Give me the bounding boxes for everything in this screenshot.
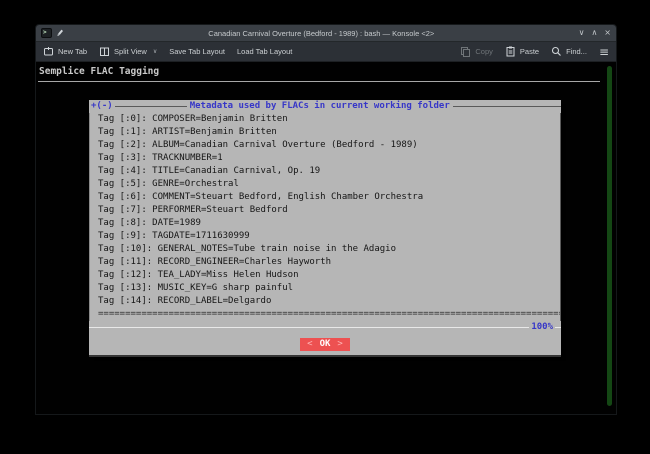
scroll-indicator: +(-) [91,100,113,113]
scrollbar-thumb[interactable] [607,66,612,406]
hamburger-menu-icon[interactable]: ≡ [599,46,609,58]
paste-icon [505,46,516,57]
ok-label: OK [320,338,331,351]
paste-button[interactable]: Paste [505,46,539,57]
dialog-top-border: +(-) Metadata used by FLACs in current w… [89,100,561,113]
split-view-label: Split View [114,47,147,56]
paste-label: Paste [520,47,539,56]
split-view-icon [99,46,110,57]
new-tab-button[interactable]: New Tab [43,46,87,57]
toolbar: New Tab Split View ∨ Save Tab Layout Loa… [36,42,616,62]
dialog-title: Metadata used by FLACs in current workin… [187,100,453,113]
tag-line: Tag [:2]: ALBUM=Canadian Carnival Overtu… [98,139,560,152]
ok-button[interactable]: < OK > [300,338,350,351]
scrollbar[interactable] [604,62,616,414]
title-bar-icons: > [41,24,64,42]
terminal-heading: Semplice FLAC Tagging [39,66,159,77]
metadata-dialog: +(-) Metadata used by FLACs in current w… [89,100,561,357]
window-title: Canadian Carnival Overture (Bedford - 19… [64,29,579,38]
ok-right-arrow: > [337,338,342,351]
tag-line: Tag [:14]: RECORD_LABEL=Delgardo [98,295,560,308]
load-tab-layout-label: Load Tab Layout [237,47,292,56]
copy-label: Copy [475,47,493,56]
search-icon [551,46,562,57]
save-tab-layout-label: Save Tab Layout [169,47,225,56]
tag-line: Tag [:1]: ARTIST=Benjamin Britten [98,126,560,139]
tag-line: Tag [:5]: GENRE=Orchestral [98,178,560,191]
tag-line: Tag [:7]: PERFORMER=Steuart Bedford [98,204,560,217]
tag-line: Tag [:6]: COMMENT=Steuart Bedford, Engli… [98,191,560,204]
tag-line: Tag [:8]: DATE=1989 [98,217,560,230]
split-view-button[interactable]: Split View ∨ [99,46,157,57]
scroll-percent: 100% [529,321,555,333]
tag-line: Tag [:10]: GENERAL_NOTES=Tube train nois… [98,243,560,256]
maximize-button[interactable]: ∧ [591,29,597,37]
copy-icon [460,46,471,57]
konsole-window: > Canadian Carnival Overture (Bedford - … [35,24,617,415]
tag-list: Tag [:0]: COMPOSER=Benjamin Britten Tag … [89,113,561,321]
new-tab-label: New Tab [58,47,87,56]
minimize-button[interactable]: ∨ [579,29,585,37]
copy-button[interactable]: Copy [460,46,493,57]
border-line [89,327,529,328]
heading-separator [38,81,600,82]
tag-line: Tag [:4]: TITLE=Canadian Carnival, Op. 1… [98,165,560,178]
chevron-down-icon: ∨ [153,48,157,55]
tag-line: Tag [:9]: TAGDATE=1711630999 [98,230,560,243]
dialog-bottom-border: 100% [89,321,561,333]
desktop-background: > Canadian Carnival Overture (Bedford - … [0,0,650,454]
find-label: Find... [566,47,587,56]
dialog-button-row: < OK > [89,333,561,355]
tag-line: Tag [:3]: TRACKNUMBER=1 [98,152,560,165]
close-button[interactable]: × [604,29,611,37]
new-tab-icon [43,46,54,57]
border-line [555,327,561,328]
equals-separator: ========================================… [98,308,560,321]
border-line [115,106,187,107]
tag-line: Tag [:0]: COMPOSER=Benjamin Britten [98,113,560,126]
ok-left-arrow: < [307,338,312,351]
terminal-area[interactable]: Semplice FLAC Tagging +(-) Metadata used… [36,62,616,414]
tag-line: Tag [:11]: RECORD_ENGINEER=Charles Haywo… [98,256,560,269]
border-line [453,106,561,107]
save-tab-layout-button[interactable]: Save Tab Layout [169,47,225,56]
load-tab-layout-button[interactable]: Load Tab Layout [237,47,292,56]
window-controls: ∨ ∧ × [579,29,611,37]
title-bar[interactable]: > Canadian Carnival Overture (Bedford - … [36,25,616,42]
tag-line: Tag [:13]: MUSIC_KEY=G sharp painful [98,282,560,295]
tag-line: Tag [:12]: TEA_LADY=Miss Helen Hudson [98,269,560,282]
find-button[interactable]: Find... [551,46,587,57]
